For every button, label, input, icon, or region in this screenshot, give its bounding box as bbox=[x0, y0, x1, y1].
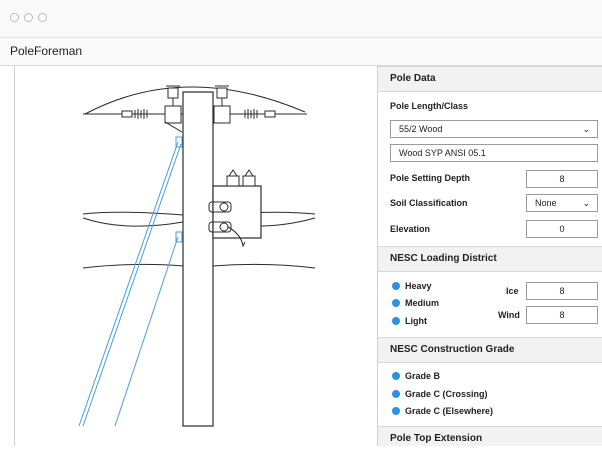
radio-grade-c-crossing-label: Grade C (Crossing) bbox=[405, 389, 488, 399]
construction-grade-header: NESC Construction Grade bbox=[378, 337, 602, 363]
pole-species-value: Wood SYP ANSI 05.1 bbox=[399, 148, 486, 158]
ice-input[interactable]: 8 bbox=[526, 282, 598, 300]
close-window-button[interactable] bbox=[10, 13, 19, 22]
radio-grade-b[interactable] bbox=[392, 372, 400, 380]
elevation-input[interactable]: 0 bbox=[526, 220, 598, 238]
radio-grade-b-label: Grade B bbox=[405, 371, 441, 381]
minimize-window-button[interactable] bbox=[24, 13, 33, 22]
pole-data-header: Pole Data bbox=[378, 66, 602, 92]
radio-medium[interactable] bbox=[392, 299, 400, 307]
pole-drawing-canvas[interactable] bbox=[14, 66, 378, 446]
wind-input[interactable]: 8 bbox=[526, 306, 598, 324]
radio-light[interactable] bbox=[392, 317, 400, 325]
app-title: PoleForeman bbox=[10, 44, 83, 58]
chevron-down-icon: ⌄ bbox=[582, 198, 590, 208]
radio-heavy-label: Heavy bbox=[405, 281, 432, 291]
pole-body bbox=[182, 91, 214, 427]
ice-label: Ice bbox=[506, 286, 519, 296]
radio-grade-c-elsewhere-label: Grade C (Elsewhere) bbox=[405, 406, 494, 416]
pole-top-extension-header: Pole Top Extension bbox=[378, 426, 602, 446]
setting-depth-label: Pole Setting Depth bbox=[390, 173, 471, 183]
properties-panel: Pole Data Pole Length/Class 55/2 Wood ⌄ … bbox=[378, 66, 602, 446]
loading-district-header: NESC Loading District bbox=[378, 246, 602, 272]
left-insulator-icon bbox=[115, 85, 183, 133]
right-insulator-icon bbox=[213, 85, 277, 124]
window-titlebar bbox=[0, 0, 602, 38]
pole-length-class-select[interactable]: 55/2 Wood ⌄ bbox=[390, 120, 598, 138]
soil-classification-label: Soil Classification bbox=[390, 198, 468, 208]
radio-light-label: Light bbox=[405, 316, 427, 326]
radio-heavy[interactable] bbox=[392, 282, 400, 290]
elevation-label: Elevation bbox=[390, 224, 431, 234]
soil-classification-select[interactable]: None ⌄ bbox=[526, 194, 598, 212]
guy-wire-lines bbox=[78, 141, 182, 427]
setting-depth-input[interactable]: 8 bbox=[526, 170, 598, 188]
radio-grade-c-crossing[interactable] bbox=[392, 390, 400, 398]
pole-length-class-value: 55/2 Wood bbox=[399, 124, 443, 134]
chevron-down-icon: ⌄ bbox=[582, 124, 590, 134]
radio-medium-label: Medium bbox=[405, 298, 440, 308]
pole-length-class-label: Pole Length/Class bbox=[390, 101, 469, 111]
soil-classification-value: None bbox=[535, 198, 557, 208]
wind-label: Wind bbox=[498, 310, 520, 320]
pole-species-field[interactable]: Wood SYP ANSI 05.1 bbox=[390, 144, 598, 162]
app-header: PoleForeman bbox=[0, 38, 602, 66]
maximize-window-button[interactable] bbox=[38, 13, 47, 22]
transformer-icon bbox=[208, 169, 262, 248]
radio-grade-c-elsewhere[interactable] bbox=[392, 407, 400, 415]
pole-diagram bbox=[78, 85, 316, 427]
